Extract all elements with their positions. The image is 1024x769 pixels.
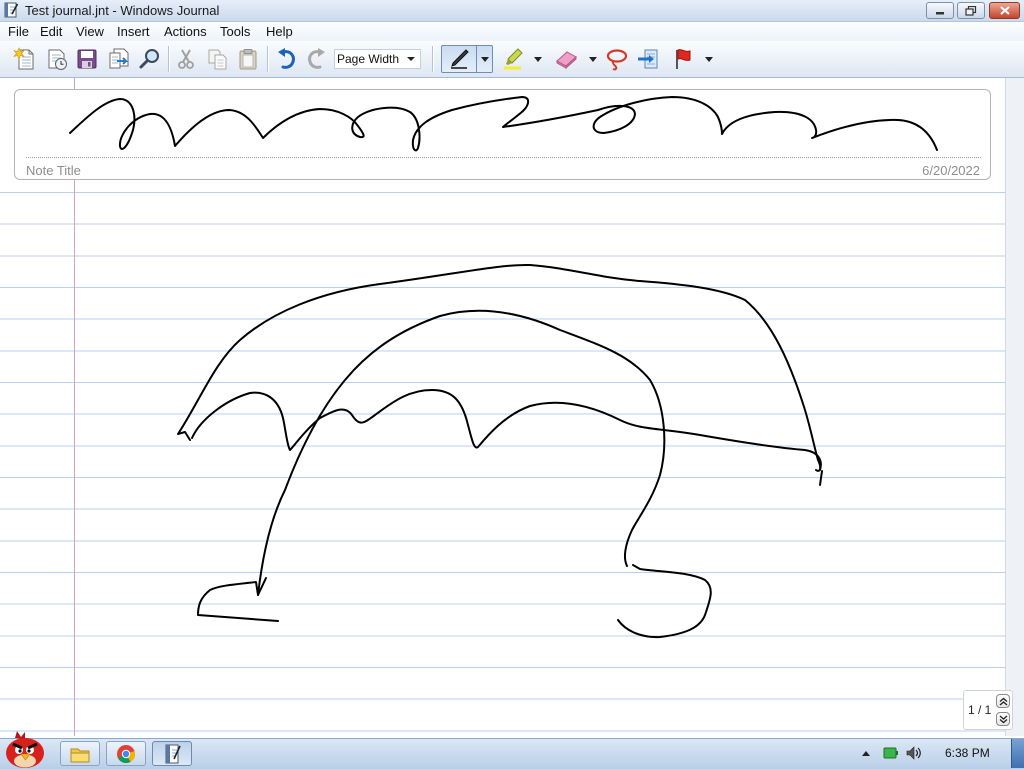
vertical-scrollbar[interactable]	[1005, 78, 1024, 736]
send-note-button[interactable]	[105, 45, 133, 73]
previous-page-button[interactable]	[996, 694, 1010, 708]
windows-journal-app-icon[interactable]	[3, 2, 19, 18]
undo-icon	[278, 48, 295, 69]
eraser-options-dropdown[interactable]	[586, 45, 600, 73]
menu-insert[interactable]: Insert	[117, 24, 150, 39]
undo-button[interactable]	[272, 45, 300, 73]
save-button[interactable]	[73, 45, 101, 73]
ruled-lines	[0, 190, 1005, 736]
next-page-button[interactable]	[996, 712, 1010, 726]
title-bar[interactable]: Test journal.jnt - Windows Journal	[0, 0, 1024, 22]
speaker-icon[interactable]	[905, 745, 923, 761]
note-date: 6/20/2022	[922, 163, 980, 178]
double-chevron-up-icon	[999, 697, 1007, 705]
journal-icon	[165, 744, 181, 763]
window-title: Test journal.jnt - Windows Journal	[25, 3, 220, 18]
angry-bird-icon	[6, 731, 44, 768]
chevron-down-icon	[589, 56, 597, 62]
minimize-icon	[936, 11, 944, 14]
flag-icon	[676, 49, 691, 69]
save-icon	[77, 49, 97, 69]
double-chevron-down-icon	[999, 715, 1007, 723]
insert-space-icon	[638, 49, 658, 69]
menu-bar: File Edit View Insert Actions Tools Help	[0, 22, 1024, 41]
insert-space-button[interactable]	[634, 45, 662, 73]
triangle-up-icon	[862, 751, 870, 756]
restore-button[interactable]	[957, 2, 985, 19]
eraser-icon	[556, 51, 577, 70]
send-page-icon	[109, 48, 129, 69]
chrome-taskbar-button[interactable]	[106, 741, 146, 766]
chevron-down-icon	[407, 57, 415, 61]
toolbar-separator	[168, 46, 170, 72]
chevron-down-icon	[480, 56, 489, 62]
minimize-button[interactable]	[926, 2, 954, 19]
scissors-icon	[178, 49, 194, 69]
note-title-area[interactable]: Note Title 6/20/2022	[14, 89, 991, 180]
pen-icon	[451, 49, 469, 69]
lasso-icon	[606, 49, 628, 71]
redo-icon	[308, 48, 325, 69]
chrome-icon	[117, 744, 136, 763]
explorer-taskbar-button[interactable]	[60, 741, 100, 766]
highlighter-options-dropdown[interactable]	[531, 45, 545, 73]
flag-options-dropdown[interactable]	[702, 45, 716, 73]
toolbar-separator	[267, 46, 269, 72]
windows-journal-taskbar-button[interactable]	[152, 741, 192, 766]
start-button[interactable]	[0, 729, 50, 768]
restore-icon	[965, 5, 977, 16]
note-title-placeholder: Note Title	[26, 163, 81, 178]
find-button[interactable]	[136, 45, 164, 73]
highlighter-button[interactable]	[499, 45, 527, 73]
menu-actions[interactable]: Actions	[164, 24, 207, 39]
system-clock[interactable]: 6:38 PM	[945, 746, 990, 760]
redo-button[interactable]	[303, 45, 331, 73]
paste-button[interactable]	[234, 45, 262, 73]
copy-icon	[208, 49, 227, 70]
clipboard-icon	[239, 49, 257, 70]
toolbar-separator	[432, 46, 434, 72]
eraser-button[interactable]	[552, 45, 580, 73]
magnifier-icon	[139, 49, 159, 69]
menu-tools[interactable]: Tools	[220, 24, 250, 39]
recent-notes-button[interactable]	[43, 45, 71, 73]
zoom-dropdown[interactable]: Page Width	[334, 49, 421, 69]
selection-tool-button[interactable]	[603, 45, 631, 73]
folder-icon	[70, 748, 90, 762]
page-navigator: 1 / 1	[963, 690, 1013, 730]
close-button[interactable]	[989, 2, 1020, 19]
menu-edit[interactable]: Edit	[40, 24, 62, 39]
close-icon	[999, 6, 1010, 15]
page-clock-icon	[48, 49, 67, 70]
copy-button[interactable]	[203, 45, 231, 73]
pen-options-dropdown[interactable]	[477, 46, 492, 72]
new-note-icon	[13, 47, 34, 70]
menu-file[interactable]: File	[8, 24, 29, 39]
show-hidden-icons-button[interactable]	[860, 746, 872, 760]
title-divider	[26, 157, 981, 158]
pen-button[interactable]	[442, 46, 478, 72]
pen-tool-group	[441, 45, 493, 73]
zoom-value: Page Width	[337, 52, 400, 66]
highlighter-icon	[504, 48, 523, 70]
menu-view[interactable]: View	[76, 24, 104, 39]
new-note-button[interactable]	[11, 45, 39, 73]
cut-button[interactable]	[172, 45, 200, 73]
page-number: 1 / 1	[968, 703, 992, 717]
show-desktop-button[interactable]	[1011, 739, 1024, 768]
battery-icon[interactable]	[882, 745, 900, 761]
flag-button[interactable]	[669, 45, 697, 73]
toolbar: Page Width	[0, 41, 1024, 78]
chevron-down-icon	[705, 56, 713, 62]
menu-help[interactable]: Help	[266, 24, 293, 39]
chevron-down-icon	[534, 56, 542, 62]
